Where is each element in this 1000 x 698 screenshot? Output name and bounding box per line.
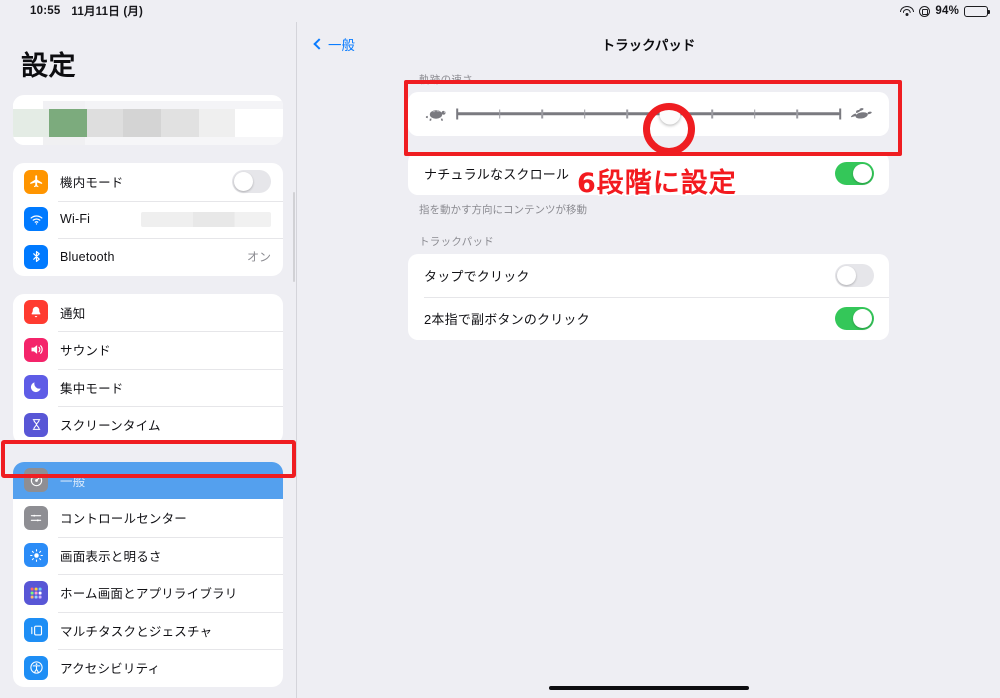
sidebar-item-control-center[interactable]: コントロールセンター [13,499,283,537]
back-button-label: 一般 [328,38,355,53]
home-screen-icon [24,580,48,605]
sidebar-item-display-brightness[interactable]: 画面表示と明るさ [13,536,283,575]
sidebar-item-label: 一般 [60,474,86,489]
sidebar-item-bluetooth[interactable]: Bluetooth オン [13,238,283,276]
sidebar-item-label: 画面表示と明るさ [60,549,162,564]
battery-icon [964,5,991,17]
redaction-blocks [13,101,283,109]
hourglass-icon [24,412,48,437]
natural-scroll-toggle[interactable] [835,162,874,185]
sidebar-item-label: 通知 [60,306,86,321]
navigation-bar: 一般 トラックパッド [297,22,1000,66]
trackpad-options-card: タップでクリック 2本指で副ボタンのクリック [408,254,889,340]
trackpad-section-header: トラックパッド [419,236,495,248]
sidebar-group-alerts: 通知 サウンド 集中モード スクリーンタイム [13,293,283,444]
wifi-network-redacted-value [141,211,271,227]
sidebar-item-accessibility[interactable]: アクセシビリティ [13,649,283,687]
tracking-speed-slider[interactable] [456,103,841,125]
detail-content: 軌跡の速さ ナチュラルなスクロール 指を動かす方向にコンテンツが移動 トラックパ… [297,66,1000,340]
status-date: 11月11日 (月) [71,6,144,18]
sidebar-item-label: 集中モード [60,381,124,396]
wifi-icon [24,207,48,232]
wifi-icon [899,5,914,17]
screen-lock-icon [919,5,931,17]
sidebar-scrollbar[interactable] [292,192,295,282]
two-finger-secondary-click-label: 2本指で副ボタンのクリック [424,312,590,327]
airplane-icon [24,169,48,194]
apple-id-account-card[interactable] [13,95,283,145]
tap-to-click-label: タップでクリック [424,269,530,284]
annotation-callout-text: 6段階に設定 [576,167,738,201]
chevron-left-icon [313,38,325,50]
sidebar-item-label: Wi-Fi [60,212,91,227]
ipad-settings-screen: 10:55 11月11日 (月) 94% 設定 機内モード Wi-Fi Blue… [0,0,1000,698]
sidebar-item-screen-time[interactable]: スクリーンタイム [13,406,283,444]
trackpad-detail-pane: 一般 トラックパッド 軌跡の速さ ナチュラルなスクロール 指を動かす方向にコンテ… [297,22,1000,698]
slider-thumb[interactable] [659,103,681,125]
tap-to-click-row[interactable]: タップでクリック [408,254,889,297]
gear-icon [24,468,48,493]
home-indicator [548,685,749,690]
bell-icon [24,300,48,325]
page-title: 設定 [21,51,76,81]
sidebar-item-label: スクリーンタイム [60,419,161,434]
two-finger-secondary-click-toggle[interactable] [835,307,874,330]
accessibility-icon [24,655,48,680]
control-center-icon [24,505,48,530]
speaker-icon [24,337,48,362]
sidebar-group-connectivity: 機内モード Wi-Fi Bluetooth オン [13,163,283,276]
sidebar-item-airplane-mode[interactable]: 機内モード [13,163,283,201]
turtle-icon [423,107,449,122]
sidebar-group-system: 一般 コントロールセンター 画面表示と明るさ ホーム画面とアプリライブラリ マル… [13,461,283,687]
moon-icon [24,375,48,400]
bluetooth-icon [24,244,48,269]
natural-scroll-label: ナチュラルなスクロール [424,167,570,182]
sidebar-item-focus[interactable]: 集中モード [13,368,283,407]
slider-track [457,112,840,116]
sidebar-item-label: アクセシビリティ [60,662,161,677]
status-bar: 10:55 11月11日 (月) 94% [0,0,1000,22]
sidebar-item-label: マルチタスクとジェスチャ [60,624,213,639]
back-button[interactable]: 一般 [313,34,355,54]
multitasking-icon [24,618,48,643]
bluetooth-state-value: オン [246,250,271,265]
sidebar-item-sounds[interactable]: サウンド [13,331,283,369]
sidebar-item-multitasking[interactable]: マルチタスクとジェスチャ [13,611,283,650]
sidebar-item-notifications[interactable]: 通知 [13,294,283,332]
redaction-blocks-main [13,109,235,137]
tracking-speed-card [408,92,889,136]
airplane-mode-toggle[interactable] [232,170,271,194]
sidebar-item-home-screen[interactable]: ホーム画面とアプリライブラリ [13,574,283,612]
sidebar-item-label: 機内モード [60,176,124,191]
status-time: 10:55 [30,5,61,17]
tap-to-click-toggle[interactable] [835,264,874,287]
rabbit-icon [848,106,874,122]
sidebar-item-label: コントロールセンター [60,512,188,527]
detail-title: トラックパッド [601,38,696,53]
sidebar-item-label: Bluetooth [60,249,115,264]
redaction-blocks-bottom [13,137,283,145]
two-finger-secondary-click-row[interactable]: 2本指で副ボタンのクリック [408,297,889,340]
battery-percent-label: 94% [935,5,959,17]
brightness-icon [24,543,48,568]
sidebar-item-label: サウンド [60,344,111,359]
sidebar-item-label: ホーム画面とアプリライブラリ [60,587,238,602]
sidebar-item-wifi[interactable]: Wi-Fi [13,200,283,239]
status-bar-right: 94% [899,5,991,17]
sidebar-item-general[interactable]: 一般 [13,461,283,499]
settings-sidebar[interactable]: 設定 機内モード Wi-Fi Bluetooth オン 通知 サウンド 集中モー… [0,22,297,698]
tracking-speed-header: 軌跡の速さ [419,74,473,86]
status-bar-left: 10:55 11月11日 (月) [30,3,143,19]
